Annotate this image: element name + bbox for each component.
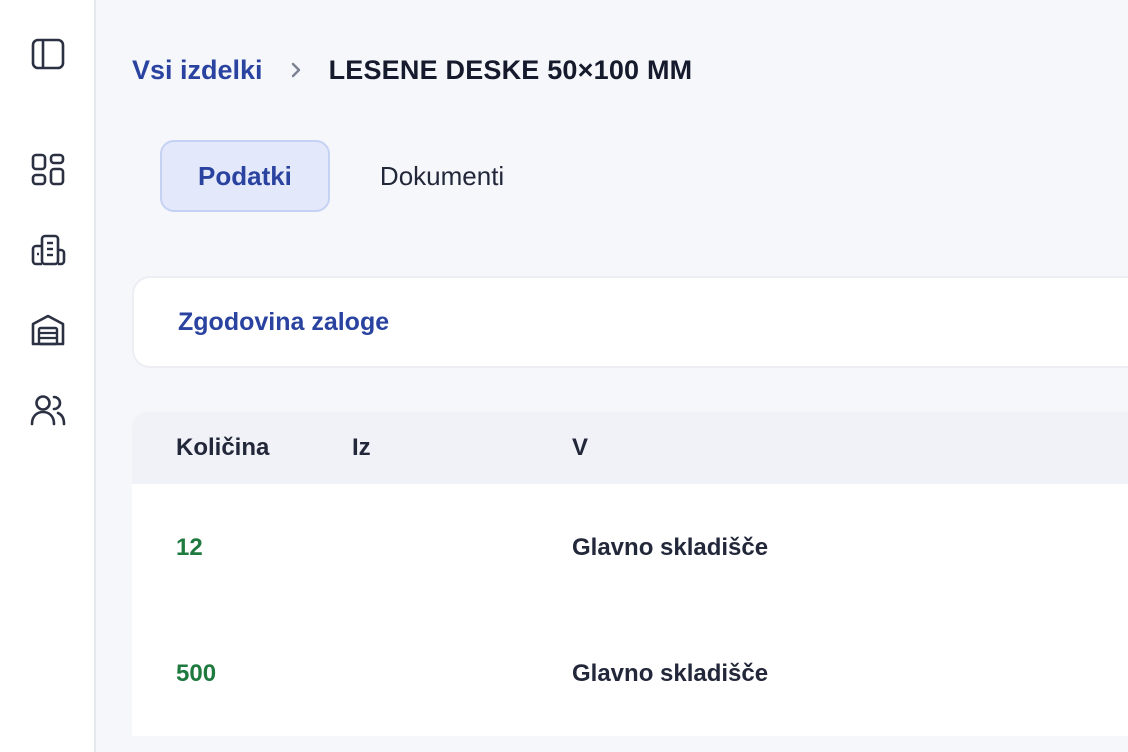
column-header-from[interactable]: Iz — [352, 434, 572, 462]
sidebar-item-warehouses[interactable] — [24, 306, 72, 354]
sidebar-item-products[interactable] — [24, 226, 72, 274]
table-header: Količina Iz V — [132, 412, 1128, 484]
cell-qty: 500 — [176, 660, 217, 687]
stock-history-table: Količina Iz V 12 Glavno skladišče 500 Gl… — [132, 412, 1128, 736]
stock-history-section: Zgodovina zaloge — [132, 276, 1128, 368]
sidebar-item-dashboard[interactable] — [24, 146, 72, 194]
main-content: Vsi izdelki LESENE DESKE 50×100 MM Podat… — [96, 0, 1128, 752]
page-title: LESENE DESKE 50×100 MM — [328, 54, 693, 85]
tab-podatki[interactable]: Podatki — [160, 140, 330, 212]
sidebar — [0, 0, 96, 752]
table-row[interactable]: 12 Glavno skladišče — [132, 484, 1128, 612]
chevron-right-icon — [263, 60, 329, 80]
section-title: Zgodovina zaloge — [178, 307, 390, 336]
panel-left-icon — [31, 38, 65, 70]
grid-icon — [31, 153, 65, 186]
sidebar-item-users[interactable] — [24, 386, 72, 434]
building-icon — [31, 234, 66, 266]
cell-qty: 12 — [176, 534, 203, 561]
cell-to: Glavno skladišče — [572, 660, 769, 687]
breadcrumb: Vsi izdelki LESENE DESKE 50×100 MM — [132, 50, 692, 90]
column-header-qty[interactable]: Količina — [132, 434, 352, 462]
table-body: 12 Glavno skladišče 500 Glavno skladišče — [132, 484, 1128, 736]
column-header-to[interactable]: V — [572, 434, 1128, 462]
tab-dokumenti[interactable]: Dokumenti — [344, 140, 540, 212]
table-row[interactable]: 500 Glavno skladišče — [132, 612, 1128, 736]
warehouse-icon — [31, 314, 65, 346]
tab-bar: Podatki Dokumenti — [160, 140, 540, 212]
breadcrumb-root-link[interactable]: Vsi izdelki — [132, 55, 263, 86]
sidebar-toggle-button[interactable] — [24, 30, 72, 78]
users-icon — [30, 395, 66, 426]
cell-to: Glavno skladišče — [572, 534, 769, 561]
